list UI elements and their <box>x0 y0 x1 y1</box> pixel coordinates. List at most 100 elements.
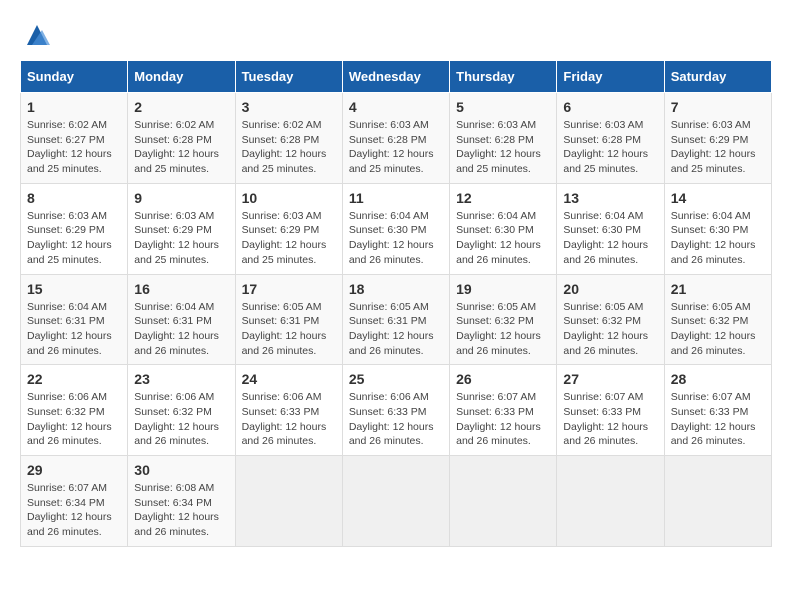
calendar-table: SundayMondayTuesdayWednesdayThursdayFrid… <box>20 60 772 547</box>
day-number: 1 <box>27 99 121 115</box>
day-info: Sunrise: 6:04 AMSunset: 6:30 PMDaylight:… <box>671 209 765 268</box>
day-info: Sunrise: 6:06 AMSunset: 6:33 PMDaylight:… <box>349 390 443 449</box>
logo-icon <box>22 20 52 50</box>
day-info: Sunrise: 6:05 AMSunset: 6:32 PMDaylight:… <box>456 300 550 359</box>
logo <box>20 20 52 50</box>
day-info: Sunrise: 6:03 AMSunset: 6:28 PMDaylight:… <box>456 118 550 177</box>
day-number: 5 <box>456 99 550 115</box>
day-number: 2 <box>134 99 228 115</box>
day-info: Sunrise: 6:03 AMSunset: 6:28 PMDaylight:… <box>349 118 443 177</box>
day-info: Sunrise: 6:04 AMSunset: 6:30 PMDaylight:… <box>456 209 550 268</box>
calendar-cell: 17 Sunrise: 6:05 AMSunset: 6:31 PMDayligh… <box>235 274 342 365</box>
calendar-cell: 9Sunrise: 6:03 AMSunset: 6:29 PMDaylight… <box>128 183 235 274</box>
day-info: Sunrise: 6:06 AMSunset: 6:32 PMDaylight:… <box>27 390 121 449</box>
calendar-cell: 21Sunrise: 6:05 AMSunset: 6:32 PMDayligh… <box>664 274 771 365</box>
calendar-cell: 1 Sunrise: 6:02 AMSunset: 6:27 PMDaylight… <box>21 93 128 184</box>
day-info: Sunrise: 6:04 AMSunset: 6:31 PMDaylight:… <box>134 300 228 359</box>
calendar-cell: 26 Sunrise: 6:07 AMSunset: 6:33 PMDayligh… <box>450 365 557 456</box>
calendar-cell: 25 Sunrise: 6:06 AMSunset: 6:33 PMDayligh… <box>342 365 449 456</box>
calendar-cell: 2 Sunrise: 6:02 AMSunset: 6:28 PMDaylight… <box>128 93 235 184</box>
calendar-cell: 18Sunrise: 6:05 AMSunset: 6:31 PMDayligh… <box>342 274 449 365</box>
day-info: Sunrise: 6:05 AMSunset: 6:32 PMDaylight:… <box>563 300 657 359</box>
calendar-cell: 29 Sunrise: 6:07 AMSunset: 6:34 PMDayligh… <box>21 456 128 547</box>
calendar-week-1: 1 Sunrise: 6:02 AMSunset: 6:27 PMDaylight… <box>21 93 772 184</box>
header-wednesday: Wednesday <box>342 61 449 93</box>
day-number: 25 <box>349 371 443 387</box>
day-number: 16 <box>134 281 228 297</box>
calendar-week-2: 8 Sunrise: 6:03 AMSunset: 6:29 PMDaylight… <box>21 183 772 274</box>
day-number: 8 <box>27 190 121 206</box>
calendar-cell: 12 Sunrise: 6:04 AMSunset: 6:30 PMDayligh… <box>450 183 557 274</box>
day-number: 6 <box>563 99 657 115</box>
day-number: 26 <box>456 371 550 387</box>
day-info: Sunrise: 6:04 AMSunset: 6:31 PMDaylight:… <box>27 300 121 359</box>
day-number: 7 <box>671 99 765 115</box>
header-saturday: Saturday <box>664 61 771 93</box>
calendar-cell: 27 Sunrise: 6:07 AMSunset: 6:33 PMDayligh… <box>557 365 664 456</box>
calendar-cell: 4Sunrise: 6:03 AMSunset: 6:28 PMDaylight… <box>342 93 449 184</box>
day-number: 27 <box>563 371 657 387</box>
calendar-cell: 20 Sunrise: 6:05 AMSunset: 6:32 PMDayligh… <box>557 274 664 365</box>
day-info: Sunrise: 6:04 AMSunset: 6:30 PMDaylight:… <box>563 209 657 268</box>
header-sunday: Sunday <box>21 61 128 93</box>
day-info: Sunrise: 6:07 AMSunset: 6:33 PMDaylight:… <box>563 390 657 449</box>
day-number: 28 <box>671 371 765 387</box>
calendar-cell <box>664 456 771 547</box>
header-monday: Monday <box>128 61 235 93</box>
calendar-cell: 28 Sunrise: 6:07 AMSunset: 6:33 PMDayligh… <box>664 365 771 456</box>
day-number: 12 <box>456 190 550 206</box>
day-number: 29 <box>27 462 121 478</box>
day-info: Sunrise: 6:03 AMSunset: 6:29 PMDaylight:… <box>134 209 228 268</box>
day-info: Sunrise: 6:05 AMSunset: 6:31 PMDaylight:… <box>242 300 336 359</box>
day-number: 15 <box>27 281 121 297</box>
day-info: Sunrise: 6:02 AMSunset: 6:28 PMDaylight:… <box>242 118 336 177</box>
day-number: 23 <box>134 371 228 387</box>
day-info: Sunrise: 6:07 AMSunset: 6:34 PMDaylight:… <box>27 481 121 540</box>
calendar-cell: 3 Sunrise: 6:02 AMSunset: 6:28 PMDaylight… <box>235 93 342 184</box>
day-number: 20 <box>563 281 657 297</box>
day-info: Sunrise: 6:07 AMSunset: 6:33 PMDaylight:… <box>456 390 550 449</box>
day-number: 24 <box>242 371 336 387</box>
calendar-cell <box>342 456 449 547</box>
day-info: Sunrise: 6:02 AMSunset: 6:28 PMDaylight:… <box>134 118 228 177</box>
calendar-week-4: 22 Sunrise: 6:06 AMSunset: 6:32 PMDayligh… <box>21 365 772 456</box>
day-info: Sunrise: 6:04 AMSunset: 6:30 PMDaylight:… <box>349 209 443 268</box>
calendar-week-3: 15 Sunrise: 6:04 AMSunset: 6:31 PMDayligh… <box>21 274 772 365</box>
day-number: 14 <box>671 190 765 206</box>
calendar-cell <box>450 456 557 547</box>
day-info: Sunrise: 6:06 AMSunset: 6:33 PMDaylight:… <box>242 390 336 449</box>
day-info: Sunrise: 6:03 AMSunset: 6:29 PMDaylight:… <box>242 209 336 268</box>
calendar-cell: 24 Sunrise: 6:06 AMSunset: 6:33 PMDayligh… <box>235 365 342 456</box>
calendar-cell: 13 Sunrise: 6:04 AMSunset: 6:30 PMDayligh… <box>557 183 664 274</box>
day-number: 3 <box>242 99 336 115</box>
calendar-cell: 23Sunrise: 6:06 AMSunset: 6:32 PMDayligh… <box>128 365 235 456</box>
day-number: 13 <box>563 190 657 206</box>
calendar-cell: 8Sunrise: 6:03 AMSunset: 6:29 PMDaylight… <box>21 183 128 274</box>
day-number: 22 <box>27 371 121 387</box>
day-info: Sunrise: 6:05 AMSunset: 6:32 PMDaylight:… <box>671 300 765 359</box>
calendar-cell: 30Sunrise: 6:08 AMSunset: 6:34 PMDayligh… <box>128 456 235 547</box>
day-number: 18 <box>349 281 443 297</box>
calendar-cell: 5 Sunrise: 6:03 AMSunset: 6:28 PMDaylight… <box>450 93 557 184</box>
day-number: 17 <box>242 281 336 297</box>
day-number: 10 <box>242 190 336 206</box>
calendar-cell <box>235 456 342 547</box>
day-number: 19 <box>456 281 550 297</box>
calendar-cell: 6 Sunrise: 6:03 AMSunset: 6:28 PMDaylight… <box>557 93 664 184</box>
day-info: Sunrise: 6:03 AMSunset: 6:29 PMDaylight:… <box>671 118 765 177</box>
header-thursday: Thursday <box>450 61 557 93</box>
day-info: Sunrise: 6:08 AMSunset: 6:34 PMDaylight:… <box>134 481 228 540</box>
calendar-cell: 14 Sunrise: 6:04 AMSunset: 6:30 PMDayligh… <box>664 183 771 274</box>
calendar-cell: 19 Sunrise: 6:05 AMSunset: 6:32 PMDayligh… <box>450 274 557 365</box>
day-info: Sunrise: 6:07 AMSunset: 6:33 PMDaylight:… <box>671 390 765 449</box>
day-info: Sunrise: 6:02 AMSunset: 6:27 PMDaylight:… <box>27 118 121 177</box>
calendar-cell <box>557 456 664 547</box>
calendar-cell: 11Sunrise: 6:04 AMSunset: 6:30 PMDayligh… <box>342 183 449 274</box>
header-tuesday: Tuesday <box>235 61 342 93</box>
calendar-cell: 7 Sunrise: 6:03 AMSunset: 6:29 PMDaylight… <box>664 93 771 184</box>
calendar-week-5: 29 Sunrise: 6:07 AMSunset: 6:34 PMDayligh… <box>21 456 772 547</box>
header-friday: Friday <box>557 61 664 93</box>
calendar-cell: 22 Sunrise: 6:06 AMSunset: 6:32 PMDayligh… <box>21 365 128 456</box>
day-info: Sunrise: 6:03 AMSunset: 6:28 PMDaylight:… <box>563 118 657 177</box>
calendar-cell: 15 Sunrise: 6:04 AMSunset: 6:31 PMDayligh… <box>21 274 128 365</box>
